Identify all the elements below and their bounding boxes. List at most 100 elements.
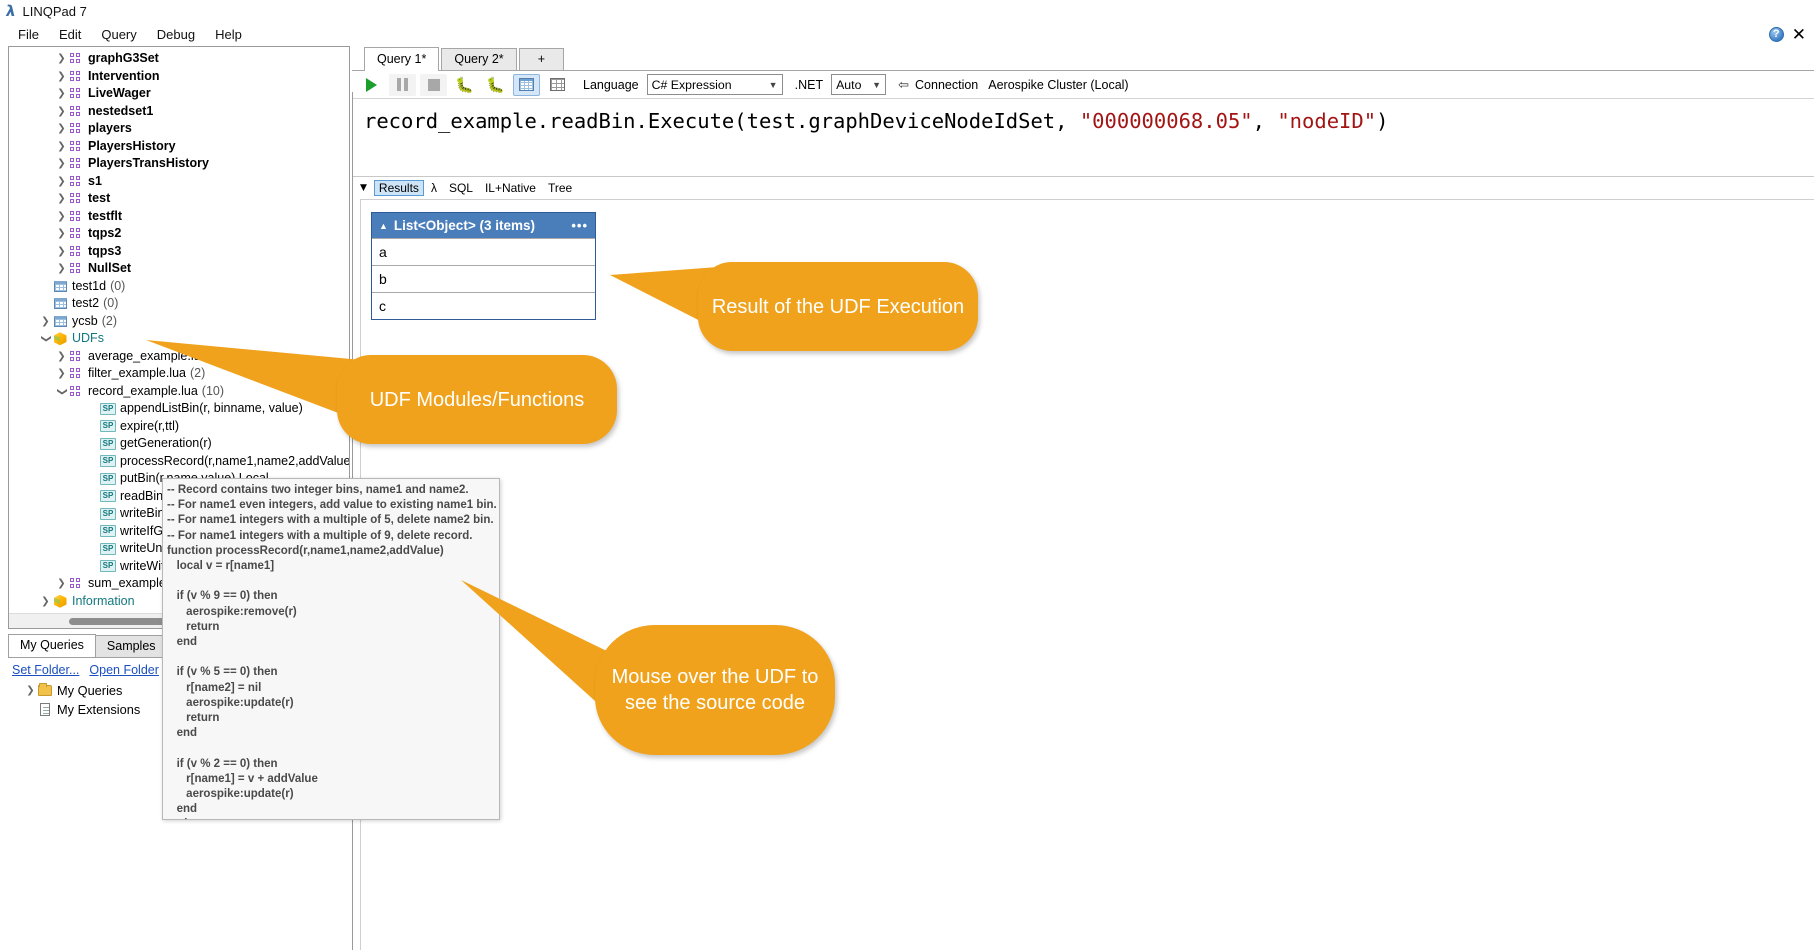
chevron-right-icon[interactable]: ❯	[55, 138, 68, 156]
set-folder-link[interactable]: Set Folder...	[12, 663, 79, 677]
stop-button[interactable]	[420, 73, 447, 96]
tree-item-playershistory[interactable]: ❯ PlayersHistory	[9, 138, 349, 156]
tree-item-test1d[interactable]: test1d (0)	[9, 278, 349, 296]
chevron-right-icon[interactable]: ❯	[55, 260, 68, 278]
tab-il-native[interactable]: IL+Native	[480, 180, 541, 196]
app-title: LINQPad 7	[22, 3, 87, 19]
code-prefix: record_example.readBin.Execute(test.grap…	[364, 109, 1080, 133]
tab-samples[interactable]: Samples	[94, 635, 168, 657]
chevron-right-icon[interactable]: ❯	[55, 103, 68, 121]
tree-item-label: UDFs	[72, 331, 104, 345]
help-icon[interactable]: ?	[1768, 26, 1784, 42]
code-editor[interactable]: record_example.readBin.Execute(test.grap…	[352, 99, 1814, 177]
chevron-right-icon[interactable]: ❯	[55, 85, 68, 103]
results-grid-header[interactable]: ▲ List<Object> (3 items) •••	[372, 213, 595, 238]
tree-item-label: LiveWager	[88, 86, 151, 100]
chevron-right-icon[interactable]: ❯	[24, 681, 37, 700]
chevron-right-icon[interactable]: ❯	[39, 593, 52, 611]
tree-item-label: PlayersTransHistory	[88, 156, 209, 170]
tree-item-nullset[interactable]: ❯ NullSet	[9, 260, 349, 278]
chevron-down-icon[interactable]: ❯	[53, 385, 71, 398]
tree-item-testflt[interactable]: ❯ testflt	[9, 208, 349, 226]
connection-value[interactable]: Aerospike Cluster (Local)	[988, 78, 1128, 92]
tab-sql[interactable]: SQL	[444, 180, 478, 196]
table-view-button[interactable]	[544, 74, 571, 96]
sp-icon: SP	[99, 437, 117, 450]
triangle-up-icon[interactable]: ▲	[379, 221, 388, 231]
language-select[interactable]: C# Expression ▼	[646, 74, 783, 95]
tree-item-label: PlayersHistory	[88, 138, 176, 153]
tree-item-graphg3set[interactable]: ❯ graphG3Set	[9, 50, 349, 68]
tree-item-label: test1d	[72, 278, 107, 293]
tree-item-livewager[interactable]: ❯ LiveWager	[9, 85, 349, 103]
tree-item-count: (0)	[103, 296, 119, 310]
table-row[interactable]: a	[372, 238, 595, 265]
document-icon	[37, 703, 53, 716]
tree-item-test2[interactable]: test2 (0)	[9, 295, 349, 313]
tree-item-count: (2)	[101, 313, 117, 328]
tree-item-getgeneration-r-[interactable]: SP getGeneration(r)	[9, 435, 349, 453]
chevron-right-icon[interactable]: ❯	[55, 348, 68, 366]
table-row[interactable]: b	[372, 265, 595, 292]
chevron-right-icon[interactable]: ❯	[55, 208, 68, 226]
tab-lambda[interactable]: λ	[426, 180, 442, 196]
chevron-right-icon[interactable]: ❯	[39, 313, 52, 331]
chevron-right-icon[interactable]: ❯	[55, 575, 68, 593]
close-icon[interactable]: ✕	[1792, 26, 1806, 43]
tab-my-queries[interactable]: My Queries	[8, 634, 96, 657]
tree-item-s1[interactable]: ❯ s1	[9, 173, 349, 191]
tree-item-test[interactable]: ❯ test	[9, 190, 349, 208]
tree-item-ycsb[interactable]: ❯ ycsb (2)	[9, 313, 349, 331]
tree-item-nestedset1[interactable]: ❯ nestedset1	[9, 103, 349, 121]
debug-button[interactable]: 🐛	[451, 74, 478, 96]
chevron-right-icon[interactable]: ❯	[55, 190, 68, 208]
chevron-right-icon[interactable]: ❯	[55, 225, 68, 243]
tab-tree[interactable]: Tree	[543, 180, 577, 196]
chevron-right-icon[interactable]: ❯	[55, 173, 68, 191]
chevron-right-icon[interactable]: ❯	[55, 155, 68, 173]
chevron-right-icon[interactable]: ❯	[55, 243, 68, 261]
chevron-right-icon[interactable]: ❯	[55, 50, 68, 68]
sp-icon: SP	[99, 490, 117, 503]
results-view-button[interactable]	[513, 73, 540, 96]
query-tab-1[interactable]: Query 1*	[364, 47, 440, 71]
dotnet-select[interactable]: Auto ▼	[831, 74, 887, 95]
ellipsis-icon[interactable]: •••	[571, 218, 588, 233]
set-icon	[68, 158, 84, 169]
query-tab-2[interactable]: Query 2*	[441, 48, 517, 70]
new-query-tab[interactable]: +	[518, 48, 564, 70]
back-arrow-icon[interactable]: ⇦	[898, 77, 909, 93]
set-icon	[68, 70, 84, 82]
menu-item-help[interactable]: Help	[205, 25, 252, 44]
tree-item-playerstranshistory[interactable]: ❯ PlayersTransHistory	[9, 155, 349, 173]
menu-item-file[interactable]: File	[8, 25, 49, 44]
menu-item-query[interactable]: Query	[91, 25, 146, 44]
chevron-right-icon[interactable]: ❯	[55, 120, 68, 138]
title-bar: λ LINQPad 7	[0, 0, 1814, 22]
play-icon	[366, 77, 377, 92]
collapse-results-icon[interactable]: ▼	[360, 183, 367, 193]
tree-item-intervention[interactable]: ❯ Intervention	[9, 68, 349, 86]
run-button[interactable]	[358, 74, 385, 96]
set-icon	[68, 245, 84, 257]
tab-results[interactable]: Results	[373, 180, 424, 196]
tree-item-processrecord-r-name1-name2-addvalue-[interactable]: SP processRecord(r,name1,name2,addValue)	[9, 453, 349, 471]
debug-alt-button[interactable]: 🐛	[482, 74, 509, 96]
tree-item-tqps3[interactable]: ❯ tqps3	[9, 243, 349, 261]
table-row[interactable]: c	[372, 292, 595, 319]
callout-tail-udf	[146, 340, 362, 422]
sp-icon: SP	[99, 560, 117, 573]
cube-icon	[52, 594, 68, 608]
pause-button[interactable]	[389, 73, 416, 96]
menu-item-debug[interactable]: Debug	[147, 25, 205, 44]
open-folder-link[interactable]: Open Folder	[89, 663, 158, 677]
chevron-right-icon[interactable]: ❯	[55, 68, 68, 86]
set-icon	[68, 368, 84, 379]
chevron-right-icon[interactable]: ❯	[55, 365, 68, 383]
bug-blue-icon: 🐛	[486, 76, 505, 94]
chevron-down-icon[interactable]: ❯	[37, 332, 55, 345]
tree-item-tqps2[interactable]: ❯ tqps2	[9, 225, 349, 243]
tree-item-players[interactable]: ❯ players	[9, 120, 349, 138]
menu-item-edit[interactable]: Edit	[49, 25, 91, 44]
sp-icon: SP	[99, 420, 117, 433]
